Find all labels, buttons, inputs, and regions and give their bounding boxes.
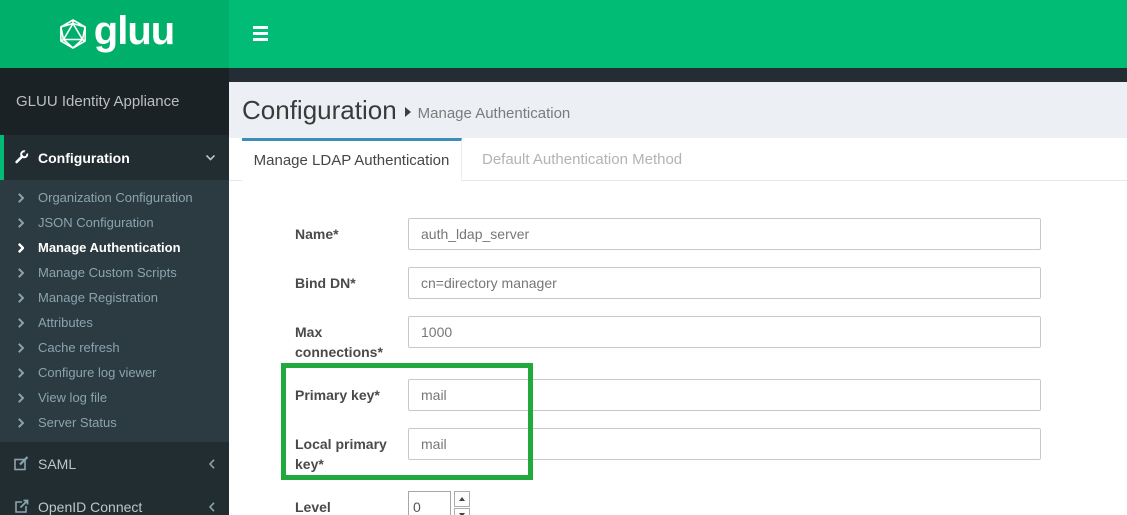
configuration-submenu: Organization Configuration JSON Configur… (0, 180, 229, 442)
top-navbar (229, 0, 1127, 68)
form-row-primary-key: Primary key* (295, 379, 1127, 411)
breadcrumb: Configuration Manage Authentication (229, 82, 1127, 138)
max-connections-field-label: Max connections* (295, 324, 383, 360)
sidebar-item-cache-refresh[interactable]: Cache refresh (0, 335, 229, 360)
edit-icon (14, 456, 29, 471)
chevron-right-icon (18, 417, 38, 428)
sidebar-item-view-log-file[interactable]: View log file (0, 385, 229, 410)
tab-default-authentication-method[interactable]: Default Authentication Method (462, 138, 702, 180)
chevron-right-icon (18, 242, 38, 253)
form-row-bind-dn: Bind DN* (295, 267, 1127, 299)
wrench-icon (14, 150, 29, 165)
tab-bar: Manage LDAP Authentication Default Authe… (229, 138, 1127, 181)
form-row-max-connections: Max connections* (295, 316, 1127, 362)
sidebar-item-server-status[interactable]: Server Status (0, 410, 229, 435)
page-title: Configuration (242, 94, 397, 125)
level-input[interactable] (408, 491, 451, 515)
tab-manage-ldap-authentication[interactable]: Manage LDAP Authentication (242, 138, 462, 181)
sidebar: GLUU Identity Appliance Configuration Or… (0, 68, 229, 515)
chevron-right-icon (18, 217, 38, 228)
chevron-right-icon (18, 292, 38, 303)
ldap-authentication-form: Name* Bind DN* Max connections* Primary … (229, 181, 1127, 515)
name-field-label: Name* (295, 226, 339, 242)
local-primary-key-input[interactable] (408, 428, 1041, 460)
app-logo[interactable]: gluu (0, 0, 229, 68)
chevron-right-icon (18, 192, 38, 203)
sidebar-item-openid-connect[interactable]: OpenID Connect (0, 485, 229, 515)
sidebar-item-label: SAML (38, 455, 77, 472)
sidebar-item-configuration[interactable]: Configuration (0, 135, 229, 180)
chevron-right-icon (18, 342, 38, 353)
chevron-right-icon (18, 267, 38, 278)
sidebar-item-manage-authentication[interactable]: Manage Authentication (0, 235, 229, 260)
hamburger-icon (253, 26, 268, 29)
sidebar-toggle-button[interactable] (253, 26, 268, 41)
form-row-name: Name* (295, 218, 1127, 250)
top-header: gluu (0, 0, 1127, 68)
form-row-local-primary-key: Local primary key* (295, 428, 1127, 474)
sidebar-item-attributes[interactable]: Attributes (0, 310, 229, 335)
chevron-left-icon (209, 458, 215, 469)
sidebar-item-configure-log-viewer[interactable]: Configure log viewer (0, 360, 229, 385)
breadcrumb-section: Manage Authentication (417, 104, 571, 122)
header-shadow-strip (229, 68, 1127, 82)
form-row-level: Level (295, 491, 1127, 515)
sidebar-item-saml[interactable]: SAML (0, 442, 229, 485)
chevron-left-icon (209, 501, 215, 512)
chevron-right-icon (18, 317, 38, 328)
max-connections-input[interactable] (408, 316, 1041, 348)
sidebar-item-manage-custom-scripts[interactable]: Manage Custom Scripts (0, 260, 229, 285)
chevron-down-icon (206, 154, 215, 161)
level-field-label: Level (295, 499, 331, 515)
sidebar-item-label: Configuration (38, 149, 130, 166)
sidebar-item-json-configuration[interactable]: JSON Configuration (0, 210, 229, 235)
chevron-right-icon (18, 367, 38, 378)
sidebar-item-label: OpenID Connect (38, 498, 143, 515)
sidebar-item-manage-registration[interactable]: Manage Registration (0, 285, 229, 310)
name-input[interactable] (408, 218, 1041, 250)
chevron-right-icon (18, 392, 38, 403)
spin-down-button[interactable] (454, 507, 470, 515)
spin-up-button[interactable] (454, 491, 470, 507)
sidebar-title: GLUU Identity Appliance (0, 68, 229, 135)
icosahedron-icon (59, 19, 86, 49)
primary-key-input[interactable] (408, 379, 1041, 411)
main-content: Configuration Manage Authentication Mana… (229, 68, 1127, 515)
sidebar-item-organization-configuration[interactable]: Organization Configuration (0, 185, 229, 210)
caret-up-icon (459, 496, 465, 501)
primary-key-field-label: Primary key* (295, 387, 380, 403)
logo-text: gluu (93, 9, 175, 53)
external-link-icon (14, 499, 29, 514)
bind-dn-field-label: Bind DN* (295, 275, 356, 291)
level-stepper (408, 491, 470, 515)
bind-dn-input[interactable] (408, 267, 1041, 299)
caret-right-icon (404, 107, 411, 117)
local-primary-key-field-label: Local primary key* (295, 436, 387, 472)
